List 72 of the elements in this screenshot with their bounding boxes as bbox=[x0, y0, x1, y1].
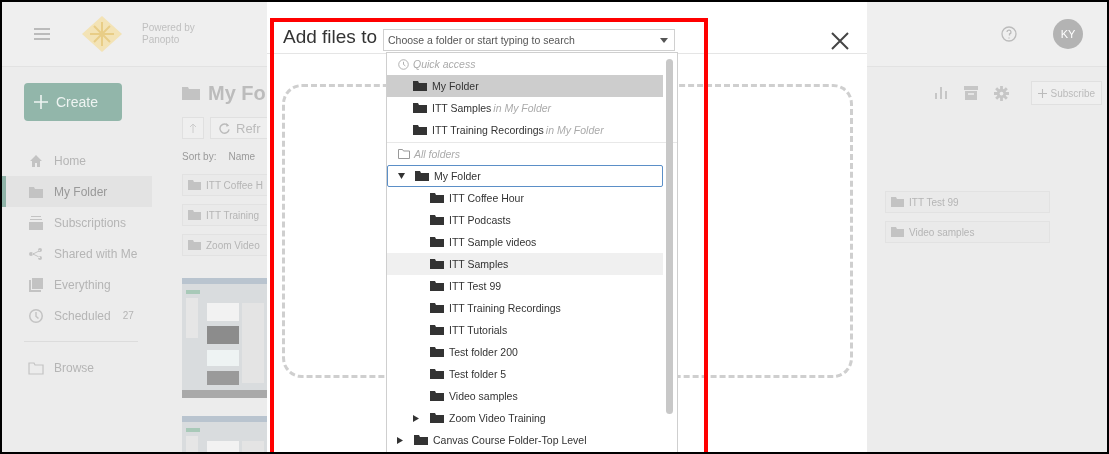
logo-icon bbox=[80, 14, 124, 54]
folder-option[interactable]: ITT Samples in My Folder bbox=[387, 97, 663, 119]
folder-icon bbox=[430, 413, 444, 423]
section-label: Quick access bbox=[413, 58, 476, 70]
folder-icon bbox=[430, 391, 444, 401]
tree-item[interactable]: Canvas Course Folder-Top Level bbox=[387, 429, 663, 451]
close-icon[interactable] bbox=[831, 32, 849, 50]
nav-icon bbox=[28, 307, 44, 324]
folder-icon bbox=[414, 435, 428, 445]
folder-icon bbox=[891, 227, 904, 237]
folder-option[interactable]: ITT Training Recordings in My Folder bbox=[387, 119, 663, 141]
nav-icon bbox=[28, 276, 44, 293]
sidebar-item[interactable]: My Folder bbox=[2, 176, 152, 207]
tree-item[interactable]: ITT Coffee Hour bbox=[387, 187, 663, 209]
tree-item[interactable]: ITT Sample videos bbox=[387, 231, 663, 253]
dialog-title: Add files to bbox=[283, 26, 377, 48]
plus-icon bbox=[34, 95, 48, 109]
archive-icon[interactable] bbox=[963, 86, 978, 100]
folder-search-field[interactable]: Choose a folder or start typing to search bbox=[383, 29, 675, 51]
caret-icon bbox=[660, 38, 668, 43]
expanded-arrow-icon[interactable] bbox=[398, 173, 405, 179]
folder-icon bbox=[188, 180, 201, 190]
sort-option[interactable]: Name bbox=[228, 151, 256, 162]
folder-icon bbox=[413, 81, 427, 91]
tree-item[interactable]: Video samples bbox=[387, 385, 663, 407]
folder-icon bbox=[430, 369, 444, 379]
folder-icon bbox=[188, 210, 201, 220]
up-button[interactable] bbox=[182, 117, 204, 139]
create-button[interactable]: Create bbox=[24, 83, 122, 121]
tree-item[interactable]: ITT Podcasts bbox=[387, 209, 663, 231]
settings-icon[interactable] bbox=[993, 85, 1009, 101]
tree-item[interactable]: ITT Training Recordings bbox=[387, 297, 663, 319]
tree-item[interactable]: ITT Test 99 bbox=[387, 275, 663, 297]
collapsed-arrow-icon[interactable] bbox=[397, 436, 403, 444]
folder-icon bbox=[398, 149, 410, 159]
tree-item[interactable]: Test folder 200 bbox=[387, 341, 663, 363]
folder-icon bbox=[413, 125, 427, 135]
tree-item[interactable]: Test folder 5 bbox=[387, 363, 663, 385]
plus-icon bbox=[1037, 88, 1047, 98]
folder-icon bbox=[28, 360, 44, 375]
sort-label: Sort by: bbox=[182, 151, 217, 162]
folder-icon bbox=[891, 197, 904, 207]
folder-icon bbox=[430, 325, 444, 335]
scrollbar[interactable] bbox=[666, 59, 673, 414]
folder-icon bbox=[430, 303, 444, 313]
folder-icon bbox=[430, 347, 444, 357]
tree-item[interactable]: ITT Samples bbox=[387, 253, 663, 275]
avatar[interactable]: KY bbox=[1053, 19, 1083, 49]
folder-icon bbox=[415, 171, 429, 181]
folder-icon bbox=[430, 259, 444, 269]
tree-item[interactable]: ITT Tutorials bbox=[387, 319, 663, 341]
folder-icon bbox=[182, 86, 200, 100]
folder-icon bbox=[430, 193, 444, 203]
nav-icon bbox=[28, 152, 44, 169]
tree-item[interactable]: Zoom Video Training bbox=[387, 407, 663, 429]
tree-item[interactable]: My Folder bbox=[387, 165, 663, 187]
collapsed-arrow-icon[interactable] bbox=[413, 414, 419, 422]
section-label: All folders bbox=[414, 148, 461, 160]
menu-icon[interactable] bbox=[34, 28, 50, 40]
folder-icon bbox=[430, 215, 444, 225]
nav-icon bbox=[28, 214, 44, 231]
folder-icon bbox=[430, 237, 444, 247]
up-arrow-icon bbox=[189, 123, 197, 133]
help-icon[interactable] bbox=[1001, 26, 1017, 42]
chart-icon[interactable] bbox=[933, 87, 948, 99]
nav-icon bbox=[28, 245, 44, 262]
folder-option[interactable]: My Folder bbox=[387, 75, 663, 97]
folder-icon bbox=[188, 240, 201, 250]
folder-icon bbox=[430, 281, 444, 291]
clock-icon bbox=[398, 58, 409, 70]
refresh-icon bbox=[219, 122, 230, 134]
folder-icon bbox=[413, 103, 427, 113]
